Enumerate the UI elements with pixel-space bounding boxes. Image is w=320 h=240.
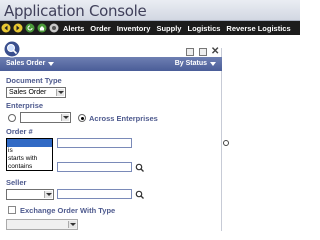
order-no-label: Order # [6,127,33,136]
exchange-order-checkbox[interactable] [8,206,16,214]
refresh-icon[interactable] [25,23,35,33]
enterprise-select[interactable] [20,112,71,123]
stop-icon[interactable] [49,23,59,33]
across-enterprises-radio[interactable] [78,114,86,122]
entity-selector[interactable]: Sales Order [6,60,55,67]
chevron-down-icon [61,114,69,121]
operator-option-blank[interactable] [7,139,52,147]
export-icon[interactable] [186,48,194,56]
close-icon[interactable]: ✕ [211,46,219,57]
panel-header: Sales Order By Status [0,57,222,71]
seller-operator-select[interactable] [6,189,54,200]
enterprise-label: Enterprise [6,101,44,110]
chevron-down-icon [210,61,216,66]
forward-icon[interactable] [13,23,23,33]
menu-item-reverse-logistics[interactable]: Reverse Logistics [226,24,290,33]
view-selector[interactable]: By Status [175,60,216,67]
enterprise-radio[interactable] [8,114,16,122]
panel-title: Sales Order [6,60,46,67]
panel-toolbar: ✕ [0,46,222,57]
operator-option-is[interactable]: is [7,147,52,155]
seller-input[interactable] [57,189,132,199]
chevron-down-icon [48,61,55,66]
chevron-down-icon [68,221,76,228]
seller-label: Seller [6,178,27,187]
view-label: By Status [174,60,207,67]
nav-buttons [1,23,61,33]
order-no-input[interactable] [57,138,132,148]
document-type-value: Sales Order [9,89,47,96]
menu-item-inventory[interactable]: Inventory [117,24,151,33]
save-icon[interactable] [199,48,207,56]
app-title: Application Console [4,2,147,20]
menu-item-alerts[interactable]: Alerts [63,24,84,33]
chevron-down-icon [56,89,64,96]
buyer-input[interactable] [57,162,132,172]
menu-bar: Alerts Order Inventory Supply Logistics … [0,21,300,35]
home-icon[interactable] [37,23,47,33]
lookup-icon[interactable] [135,163,144,172]
lookup-icon[interactable] [135,190,144,199]
menu-item-logistics[interactable]: Logistics [187,24,220,33]
across-enterprises-label: Across Enterprises [89,114,158,123]
order-no-operator-list[interactable]: is starts with contains [6,138,53,171]
search-icon [3,40,21,58]
operator-option-contains[interactable]: contains [7,163,52,171]
exchange-order-label: Exchange Order With Type [20,206,116,215]
panel-resize-handle[interactable] [223,140,229,146]
back-icon[interactable] [1,23,11,33]
document-type-label: Document Type [6,76,62,85]
exchange-type-select[interactable] [6,219,78,230]
title-bar: Application Console [0,0,300,21]
operator-option-starts-with[interactable]: starts with [7,155,52,163]
document-type-select[interactable]: Sales Order [6,87,66,98]
menu-item-supply[interactable]: Supply [156,24,181,33]
menu-item-order[interactable]: Order [90,24,110,33]
chevron-down-icon [44,191,52,198]
main-menu: Alerts Order Inventory Supply Logistics … [63,24,297,33]
